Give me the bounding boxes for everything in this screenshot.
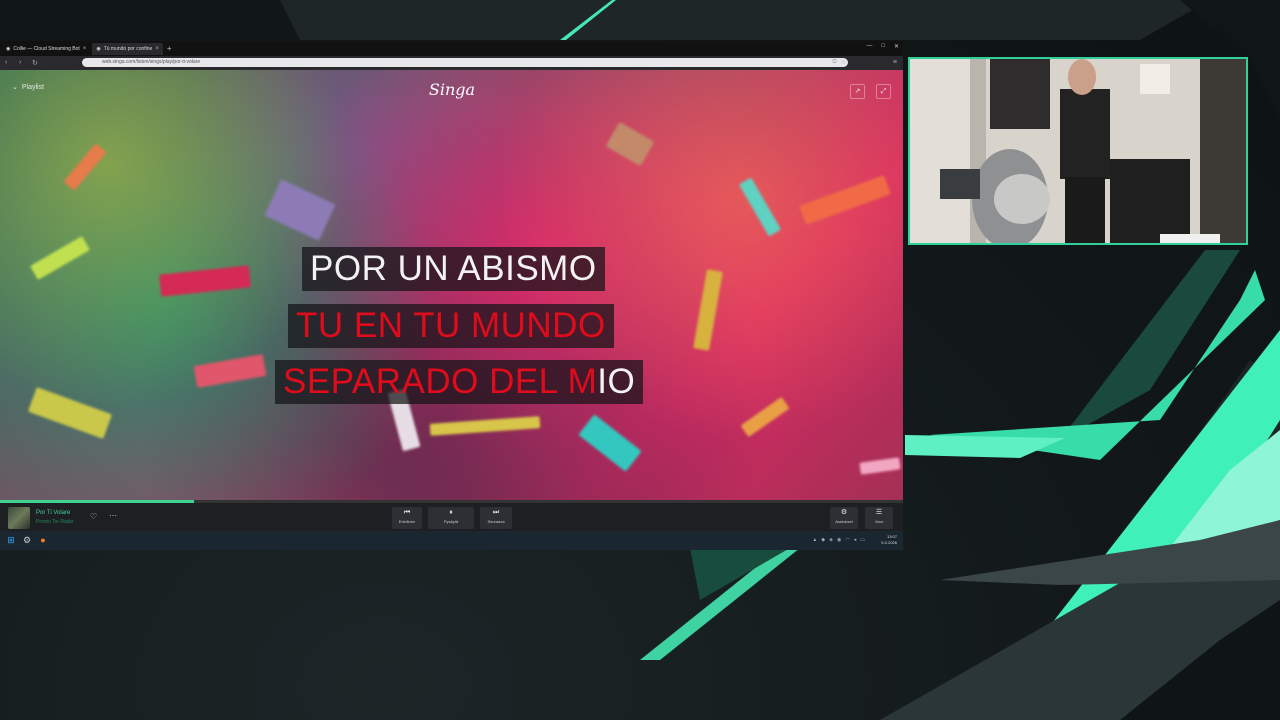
os-taskbar: ⊞ ⚙ ● ▲ ◆ ◈ ◉ ◠ ◂ ▭ 13:07 5.2.2026 — [0, 531, 903, 550]
lyric-line: POR UN ABISMO — [302, 247, 605, 291]
url-field[interactable]: web.singa.com/listen/sings/play/por-ti-v… — [82, 58, 848, 67]
lyric-line: SEPARADO DEL MIO — [275, 360, 644, 404]
tab-favicon-icon: ◉ — [96, 45, 101, 52]
pause-button[interactable]: ⏸ Pysäytä — [428, 507, 474, 529]
taskbar-clock[interactable]: 13:07 5.2.2026 — [881, 534, 897, 546]
confetti — [799, 175, 891, 225]
previous-icon: ⏮ — [403, 509, 411, 516]
player-bar: Por Ti Volare Pronto Tor Radio ♡ ⋯ ⏮ Ede… — [0, 503, 903, 531]
previous-label: Edellinen — [398, 519, 416, 524]
confetti — [193, 354, 267, 388]
browser-tab-active[interactable]: ◉ Tú mundo por confine × — [92, 42, 163, 55]
minimize-button[interactable]: — — [866, 43, 872, 50]
confetti — [693, 269, 723, 351]
previous-button[interactable]: ⏮ Edellinen — [392, 507, 422, 529]
tray-icon[interactable]: ◆ — [821, 537, 825, 543]
next-label: Seuraava — [487, 519, 505, 524]
settings-label: Asetukset — [835, 519, 853, 524]
confetti — [738, 177, 782, 237]
lyric-text: POR UN ABISMO — [310, 249, 597, 288]
tray-icon[interactable]: ◉ — [837, 537, 841, 543]
tab-favicon-icon: ◉ — [6, 45, 11, 52]
queue-icon: ☰ — [875, 509, 883, 516]
album-art — [8, 507, 30, 529]
gear-icon: ⚙ — [840, 509, 848, 516]
close-window-button[interactable]: ✕ — [894, 43, 899, 50]
lyric-text: IO — [597, 362, 636, 401]
popout-icon[interactable]: ↗ — [850, 84, 865, 99]
volume-icon[interactable]: ◂ — [854, 537, 857, 543]
tab-label: Collie — Cloud Streaming Bot — [13, 45, 80, 52]
confetti — [63, 143, 107, 191]
browser-tab[interactable]: ◉ Collie — Cloud Streaming Bot × — [2, 43, 90, 55]
fullscreen-icon[interactable]: ⤢ — [876, 84, 891, 99]
clock-date: 5.2.2026 — [881, 540, 897, 545]
singa-lyrics-stage: ⌄ Playlist Singa ↗ ⤢ POR UN ABISMO TU EN… — [0, 70, 903, 500]
bookmark-icon[interactable]: ☆ — [841, 59, 846, 66]
share-icon[interactable]: ⧉ — [832, 59, 836, 66]
tray-icon[interactable]: ◈ — [829, 537, 833, 543]
confetti — [605, 121, 655, 167]
confetti — [429, 416, 541, 436]
lyric-text-sung: SEPARADO DEL M — [283, 362, 598, 401]
confetti — [740, 396, 790, 438]
chevron-down-icon: ⌄ — [12, 84, 18, 91]
queue-button[interactable]: ☰ Jono — [865, 507, 893, 529]
pause-icon: ⏸ — [449, 509, 453, 516]
start-menu-icon[interactable]: ⊞ — [6, 535, 16, 545]
maximize-button[interactable]: □ — [881, 43, 885, 50]
tab-label: Tú mundo por confine — [103, 45, 153, 52]
heart-icon[interactable]: ♡ — [90, 512, 97, 521]
next-icon: ⏭ — [492, 509, 500, 516]
settings-app-icon[interactable]: ⚙ — [22, 535, 32, 545]
queue-label: Jono — [874, 519, 884, 524]
confetti — [30, 236, 90, 280]
settings-button[interactable]: ⚙ Asetukset — [830, 507, 858, 529]
firefox-icon[interactable]: ● — [38, 535, 48, 545]
playlist-label: Playlist — [21, 83, 45, 91]
lyric-line: TU EN TU MUNDO — [288, 304, 614, 348]
confetti — [859, 457, 901, 475]
wifi-icon[interactable]: ◠ — [845, 537, 849, 543]
new-tab-icon[interactable]: + — [167, 44, 172, 53]
webcam-feed — [908, 57, 1248, 245]
browser-window: ◉ Collie — Cloud Streaming Bot × ◉ Tú mu… — [0, 41, 903, 550]
confetti — [264, 179, 336, 241]
back-icon[interactable]: ‹ — [5, 59, 7, 66]
address-bar-icons: ⧉ ☆ — [832, 59, 846, 66]
reload-icon[interactable]: ↻ — [32, 59, 38, 67]
song-title: Por Ti Volare — [36, 510, 71, 516]
tab-close-icon[interactable]: × — [83, 46, 87, 52]
webcam-image — [910, 59, 1246, 243]
forward-icon[interactable]: › — [19, 59, 21, 66]
singa-logo: Singa — [428, 80, 476, 99]
tab-close-icon[interactable]: × — [155, 46, 159, 52]
tray-icon[interactable]: ▲ — [812, 537, 817, 543]
browser-menu-icon[interactable]: ≡ — [893, 59, 897, 66]
address-bar-row: ‹ › ↻ web.singa.com/listen/sings/play/po… — [0, 56, 903, 70]
playlist-button[interactable]: ⌄ Playlist — [12, 83, 45, 92]
browser-tab-bar: ◉ Collie — Cloud Streaming Bot × ◉ Tú mu… — [0, 41, 903, 56]
next-button[interactable]: ⏭ Seuraava — [480, 507, 512, 529]
confetti — [578, 414, 642, 472]
url-text: web.singa.com/listen/sings/play/por-ti-v… — [102, 59, 201, 65]
more-options-icon[interactable]: ⋯ — [109, 511, 117, 520]
system-tray: ▲ ◆ ◈ ◉ ◠ ◂ ▭ — [812, 537, 865, 543]
song-artist: Pronto Tor Radio — [36, 519, 74, 525]
pause-label: Pysäytä — [443, 519, 459, 524]
window-controls: — □ ✕ — [866, 43, 899, 50]
confetti — [27, 387, 113, 439]
confetti — [159, 265, 251, 297]
battery-icon[interactable]: ▭ — [860, 537, 865, 543]
lyric-text-sung: TU EN TU MUNDO — [296, 306, 606, 345]
